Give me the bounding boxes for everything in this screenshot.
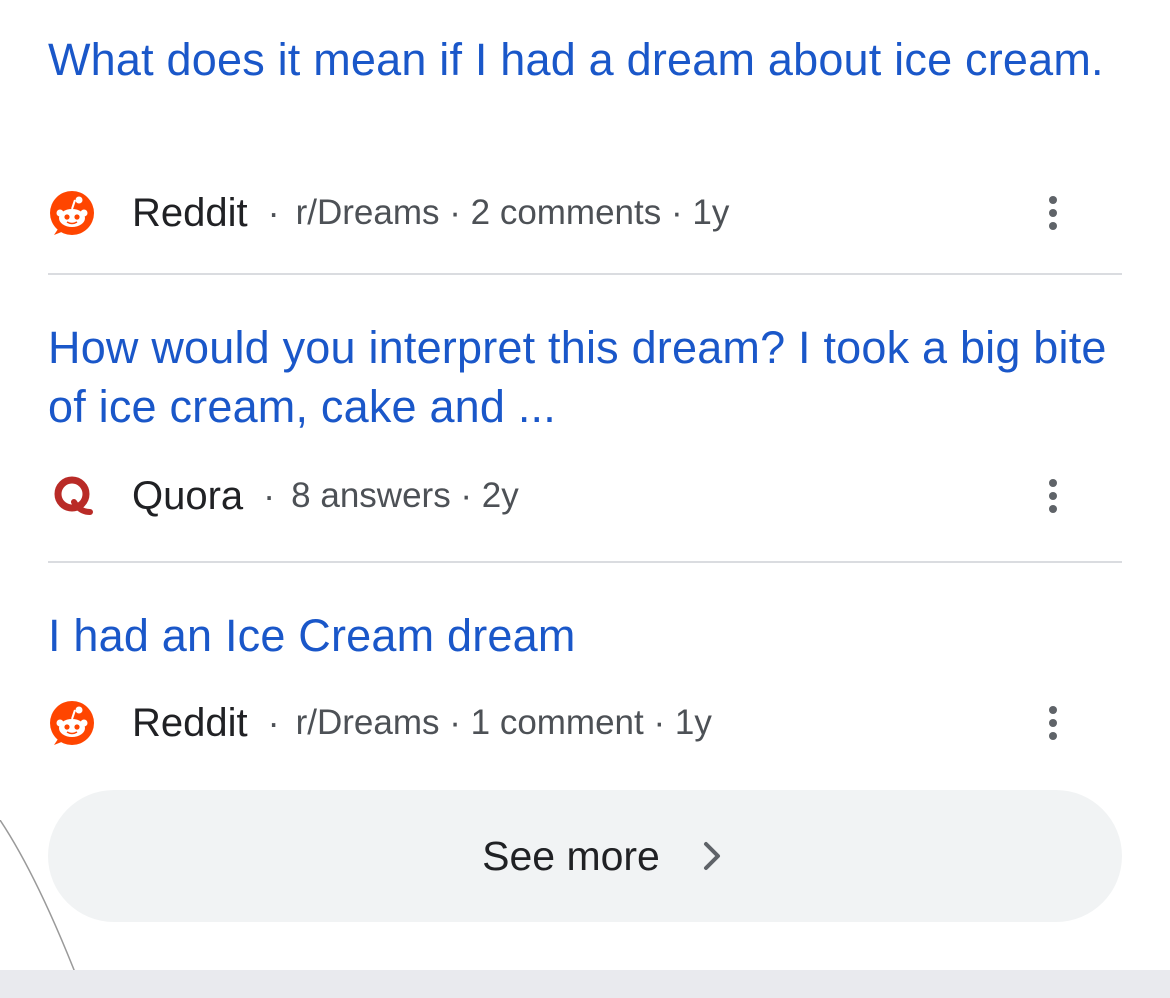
result-details: 8 answers · 2y <box>291 476 519 515</box>
result-title-link[interactable]: How would you interpret this dream? I to… <box>48 318 1122 436</box>
see-more-button[interactable]: See more <box>48 790 1122 922</box>
source-name: Quora <box>132 473 244 518</box>
bottom-band <box>0 970 1170 998</box>
chevron-right-icon <box>700 836 728 876</box>
more-vert-icon[interactable] <box>1032 702 1074 744</box>
result-meta: Quora · 8 answers · 2y <box>48 471 1122 521</box>
search-result: How would you interpret this dream? I to… <box>48 318 1122 518</box>
result-details: r/Dreams · 2 comments · 1y <box>295 193 730 232</box>
more-vert-icon[interactable] <box>1032 192 1074 234</box>
divider <box>48 561 1122 563</box>
search-results-panel: What does it mean if I had a dream about… <box>0 0 1170 998</box>
search-result: I had an Ice Cream dream Reddit · r/Drea… <box>48 606 1122 745</box>
quora-icon <box>48 472 96 520</box>
result-title-link[interactable]: I had an Ice Cream dream <box>48 606 1122 665</box>
divider <box>48 273 1122 275</box>
see-more-label: See more <box>482 832 660 879</box>
reddit-icon <box>48 699 96 747</box>
search-result: What does it mean if I had a dream about… <box>48 30 1122 235</box>
result-meta: Reddit · r/Dreams · 1 comment · 1y <box>48 698 1122 748</box>
result-meta: Reddit · r/Dreams · 2 comments · 1y <box>48 188 1122 238</box>
reddit-icon <box>48 189 96 237</box>
source-name: Reddit <box>132 190 248 235</box>
more-vert-icon[interactable] <box>1032 475 1074 517</box>
source-name: Reddit <box>132 700 248 745</box>
meta-separator: · <box>267 702 280 743</box>
result-title-link[interactable]: What does it mean if I had a dream about… <box>48 30 1122 89</box>
meta-separator: · <box>267 192 280 233</box>
meta-separator: · <box>263 475 276 516</box>
result-details: r/Dreams · 1 comment · 1y <box>295 703 712 742</box>
